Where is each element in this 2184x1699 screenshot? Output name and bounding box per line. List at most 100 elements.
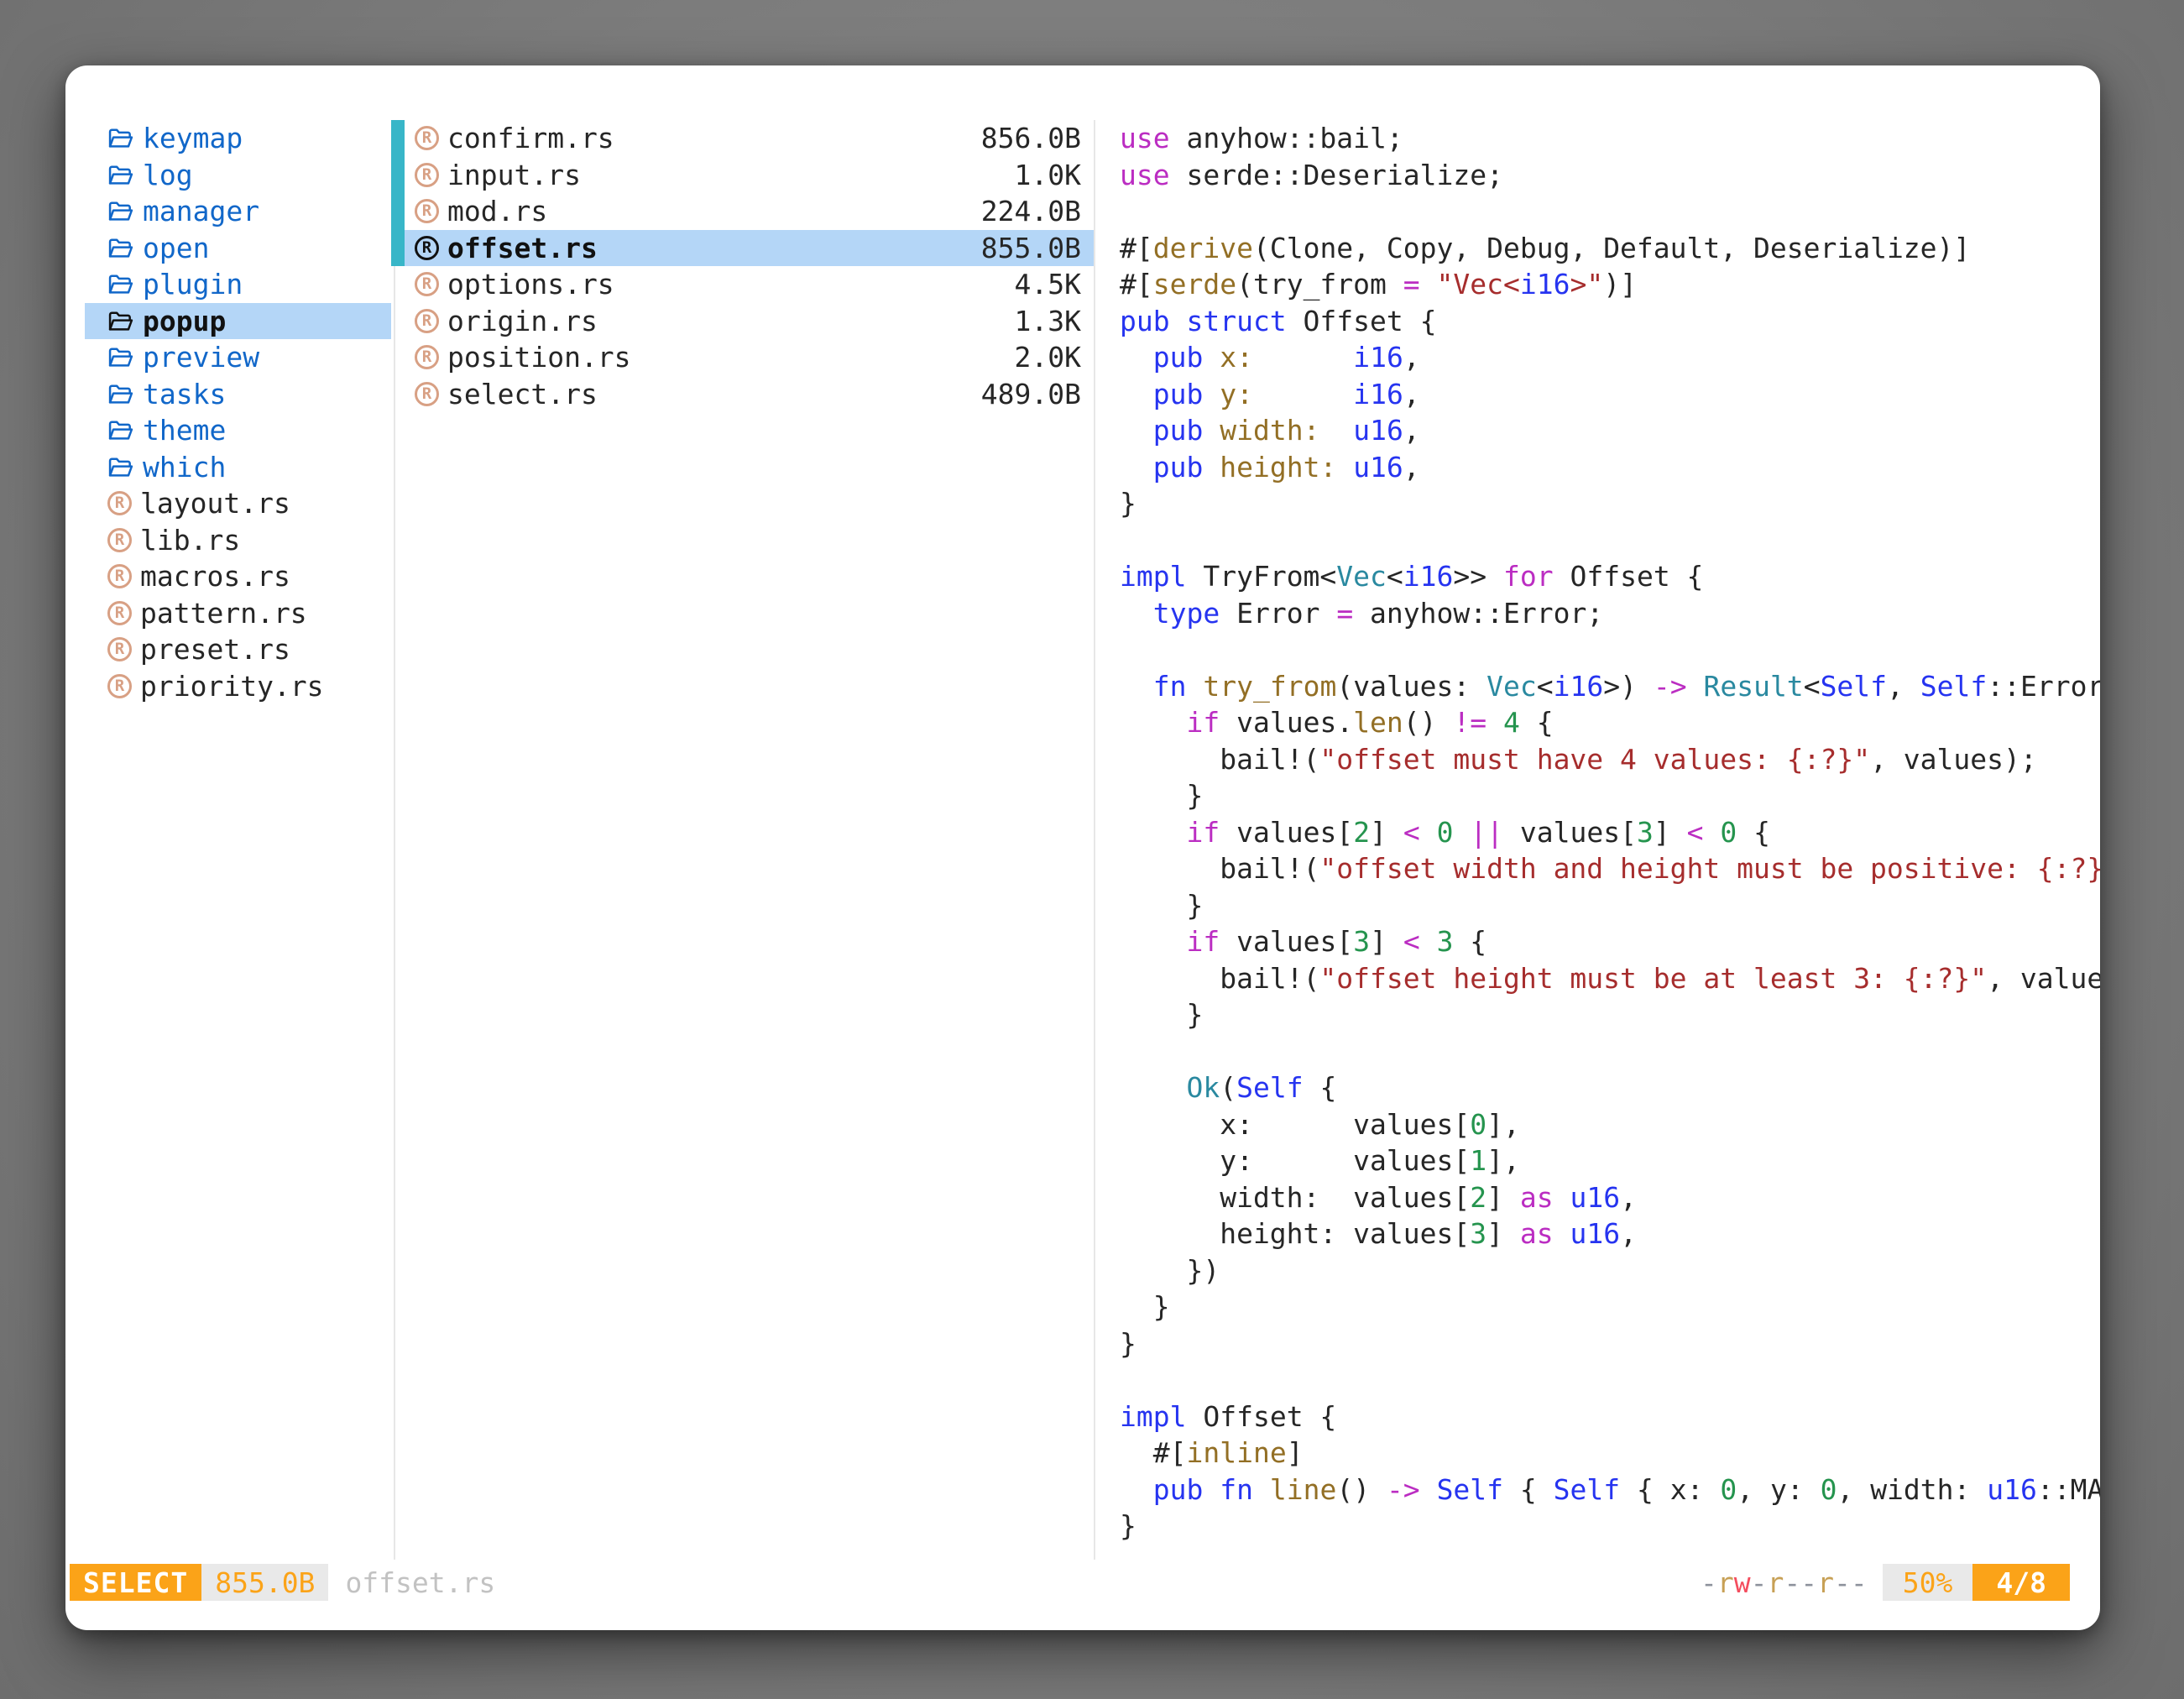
pane-divider-right [1094, 120, 1095, 1560]
yazi-window: keymap log manager open plugin popup previewta… [65, 65, 2100, 1630]
sidebar-item-keymap[interactable]: keymap [85, 120, 391, 157]
sidebar-item-label: manager [143, 195, 259, 227]
code-line: use serde::Deserialize; [1120, 157, 2100, 194]
sidebar-item-label: macros.rs [140, 560, 290, 593]
code-line: pub width: u16, [1120, 412, 2100, 449]
file-name: offset.rs [447, 232, 598, 264]
code-line: #[serde(try_from = "Vec<i16>")] [1120, 266, 2100, 303]
file-name: input.rs [447, 159, 581, 191]
code-line: pub y: i16, [1120, 376, 2100, 413]
code-line: if values[2] < 0 || values[3] < 0 { [1120, 814, 2100, 851]
code-line: } [1120, 485, 2100, 522]
file-size-badge: 855.0B [201, 1564, 328, 1601]
file-size: 224.0B [981, 195, 1081, 227]
sidebar-item-label: open [143, 232, 209, 264]
rust-file-icon [415, 236, 439, 260]
rust-file-icon [415, 126, 439, 150]
sidebar-item-lib-rs[interactable]: lib.rs [85, 522, 391, 559]
sidebar-item-manager[interactable]: manager [85, 193, 391, 230]
file-row-options-rs[interactable]: options.rs4.5K [394, 266, 1094, 303]
sidebar-item-pattern-rs[interactable]: pattern.rs [85, 595, 391, 632]
sidebar-item-theme[interactable]: theme [85, 412, 391, 449]
file-size: 856.0B [981, 122, 1081, 154]
sidebar-item-popup[interactable]: popup [85, 303, 391, 340]
file-name: position.rs [447, 341, 631, 374]
code-line: type Error = anyhow::Error; [1120, 595, 2100, 632]
code-line: } [1120, 996, 2100, 1033]
mode-badge: SELECT [70, 1564, 201, 1601]
sidebar-item-label: log [143, 159, 193, 191]
open-folder-icon [107, 418, 134, 442]
file-row-input-rs[interactable]: input.rs 1.0K [394, 157, 1094, 194]
sidebar-item-label: popup [143, 305, 226, 337]
code-line: use anyhow::bail; [1120, 120, 2100, 157]
file-name: select.rs [447, 378, 598, 410]
sidebar-item-label: theme [143, 414, 226, 447]
file-row-position-rs[interactable]: position.rs2.0K [394, 339, 1094, 376]
code-line: pub fn line() -> Self { Self { x: 0, y: … [1120, 1472, 2100, 1508]
file-name: confirm.rs [447, 122, 614, 154]
code-line [1120, 193, 2100, 230]
file-permissions: -rw-r--r-- [1701, 1566, 1868, 1599]
scroll-percent-badge: 50% [1883, 1564, 1973, 1601]
open-folder-icon [107, 455, 134, 479]
code-line: pub struct Offset { [1120, 303, 2100, 340]
sidebar-item-label: which [143, 451, 226, 484]
file-row-origin-rs[interactable]: origin.rs1.3K [394, 303, 1094, 340]
sidebar-item-macros-rs[interactable]: macros.rs [85, 558, 391, 595]
sidebar-item-label: keymap [143, 122, 243, 154]
file-name: origin.rs [447, 305, 598, 337]
code-line: Ok(Self { [1120, 1069, 2100, 1106]
code-line: bail!("offset width and height must be p… [1120, 850, 2100, 887]
preview-pane: use anyhow::bail;use serde::Deserialize;… [1120, 120, 2100, 1581]
rust-file-icon [415, 199, 439, 223]
sidebar-item-open[interactable]: open [85, 230, 391, 267]
sidebar-item-label: pattern.rs [140, 597, 307, 630]
sidebar-item-label: preset.rs [140, 633, 290, 666]
open-folder-icon [107, 236, 134, 260]
code-line: if values[3] < 3 { [1120, 923, 2100, 960]
open-folder-icon [107, 199, 134, 223]
file-row-mod-rs[interactable]: mod.rs 224.0B [394, 193, 1094, 230]
sidebar-item-tasks[interactable]: tasks [85, 376, 391, 413]
open-folder-icon [107, 382, 134, 406]
sidebar-item-plugin[interactable]: plugin [85, 266, 391, 303]
status-file-name: offset.rs [345, 1566, 495, 1599]
file-row-offset-rs[interactable]: offset.rs855.0B [394, 230, 1094, 267]
sidebar-item-label: plugin [143, 268, 243, 301]
open-folder-icon [107, 126, 134, 150]
sidebar-item-label: preview [143, 341, 259, 374]
file-row-select-rs[interactable]: select.rs489.0B [394, 376, 1094, 413]
code-line: if values.len() != 4 { [1120, 704, 2100, 741]
file-size: 1.0K [1015, 159, 1081, 191]
file-name: mod.rs [447, 195, 547, 227]
cursor-position-badge: 4/8 [1972, 1564, 2070, 1601]
code-line: y: values[1], [1120, 1142, 2100, 1179]
sidebar-item-which[interactable]: which [85, 449, 391, 486]
rust-file-icon [415, 345, 439, 369]
rust-file-icon [107, 564, 132, 588]
code-line [1120, 1362, 2100, 1398]
sidebar-item-layout-rs[interactable]: layout.rs [85, 485, 391, 522]
sidebar-item-label: layout.rs [140, 487, 290, 520]
file-list-pane: confirm.rs 856.0B input.rs 1.0K mod.rs 224.0B… [394, 120, 1094, 412]
code-line: #[inline] [1120, 1435, 2100, 1472]
code-line: bail!("offset height must be at least 3:… [1120, 960, 2100, 997]
rust-file-icon [415, 163, 439, 187]
open-folder-icon [107, 309, 134, 333]
open-folder-icon [107, 272, 134, 296]
code-line: pub x: i16, [1120, 339, 2100, 376]
rust-file-icon [415, 382, 439, 406]
sidebar-item-label: priority.rs [140, 670, 324, 703]
sidebar-item-log[interactable]: log [85, 157, 391, 194]
sidebar-item-priority-rs[interactable]: priority.rs [85, 668, 391, 705]
code-line: x: values[0], [1120, 1106, 2100, 1143]
code-line: } [1120, 1508, 2100, 1545]
code-line: width: values[2] as u16, [1120, 1179, 2100, 1216]
code-line [1120, 1033, 2100, 1070]
sidebar-item-preview[interactable]: preview [85, 339, 391, 376]
sidebar-item-preset-rs[interactable]: preset.rs [85, 631, 391, 668]
open-folder-icon [107, 163, 134, 187]
file-row-confirm-rs[interactable]: confirm.rs 856.0B [394, 120, 1094, 157]
code-line: impl Offset { [1120, 1398, 2100, 1435]
